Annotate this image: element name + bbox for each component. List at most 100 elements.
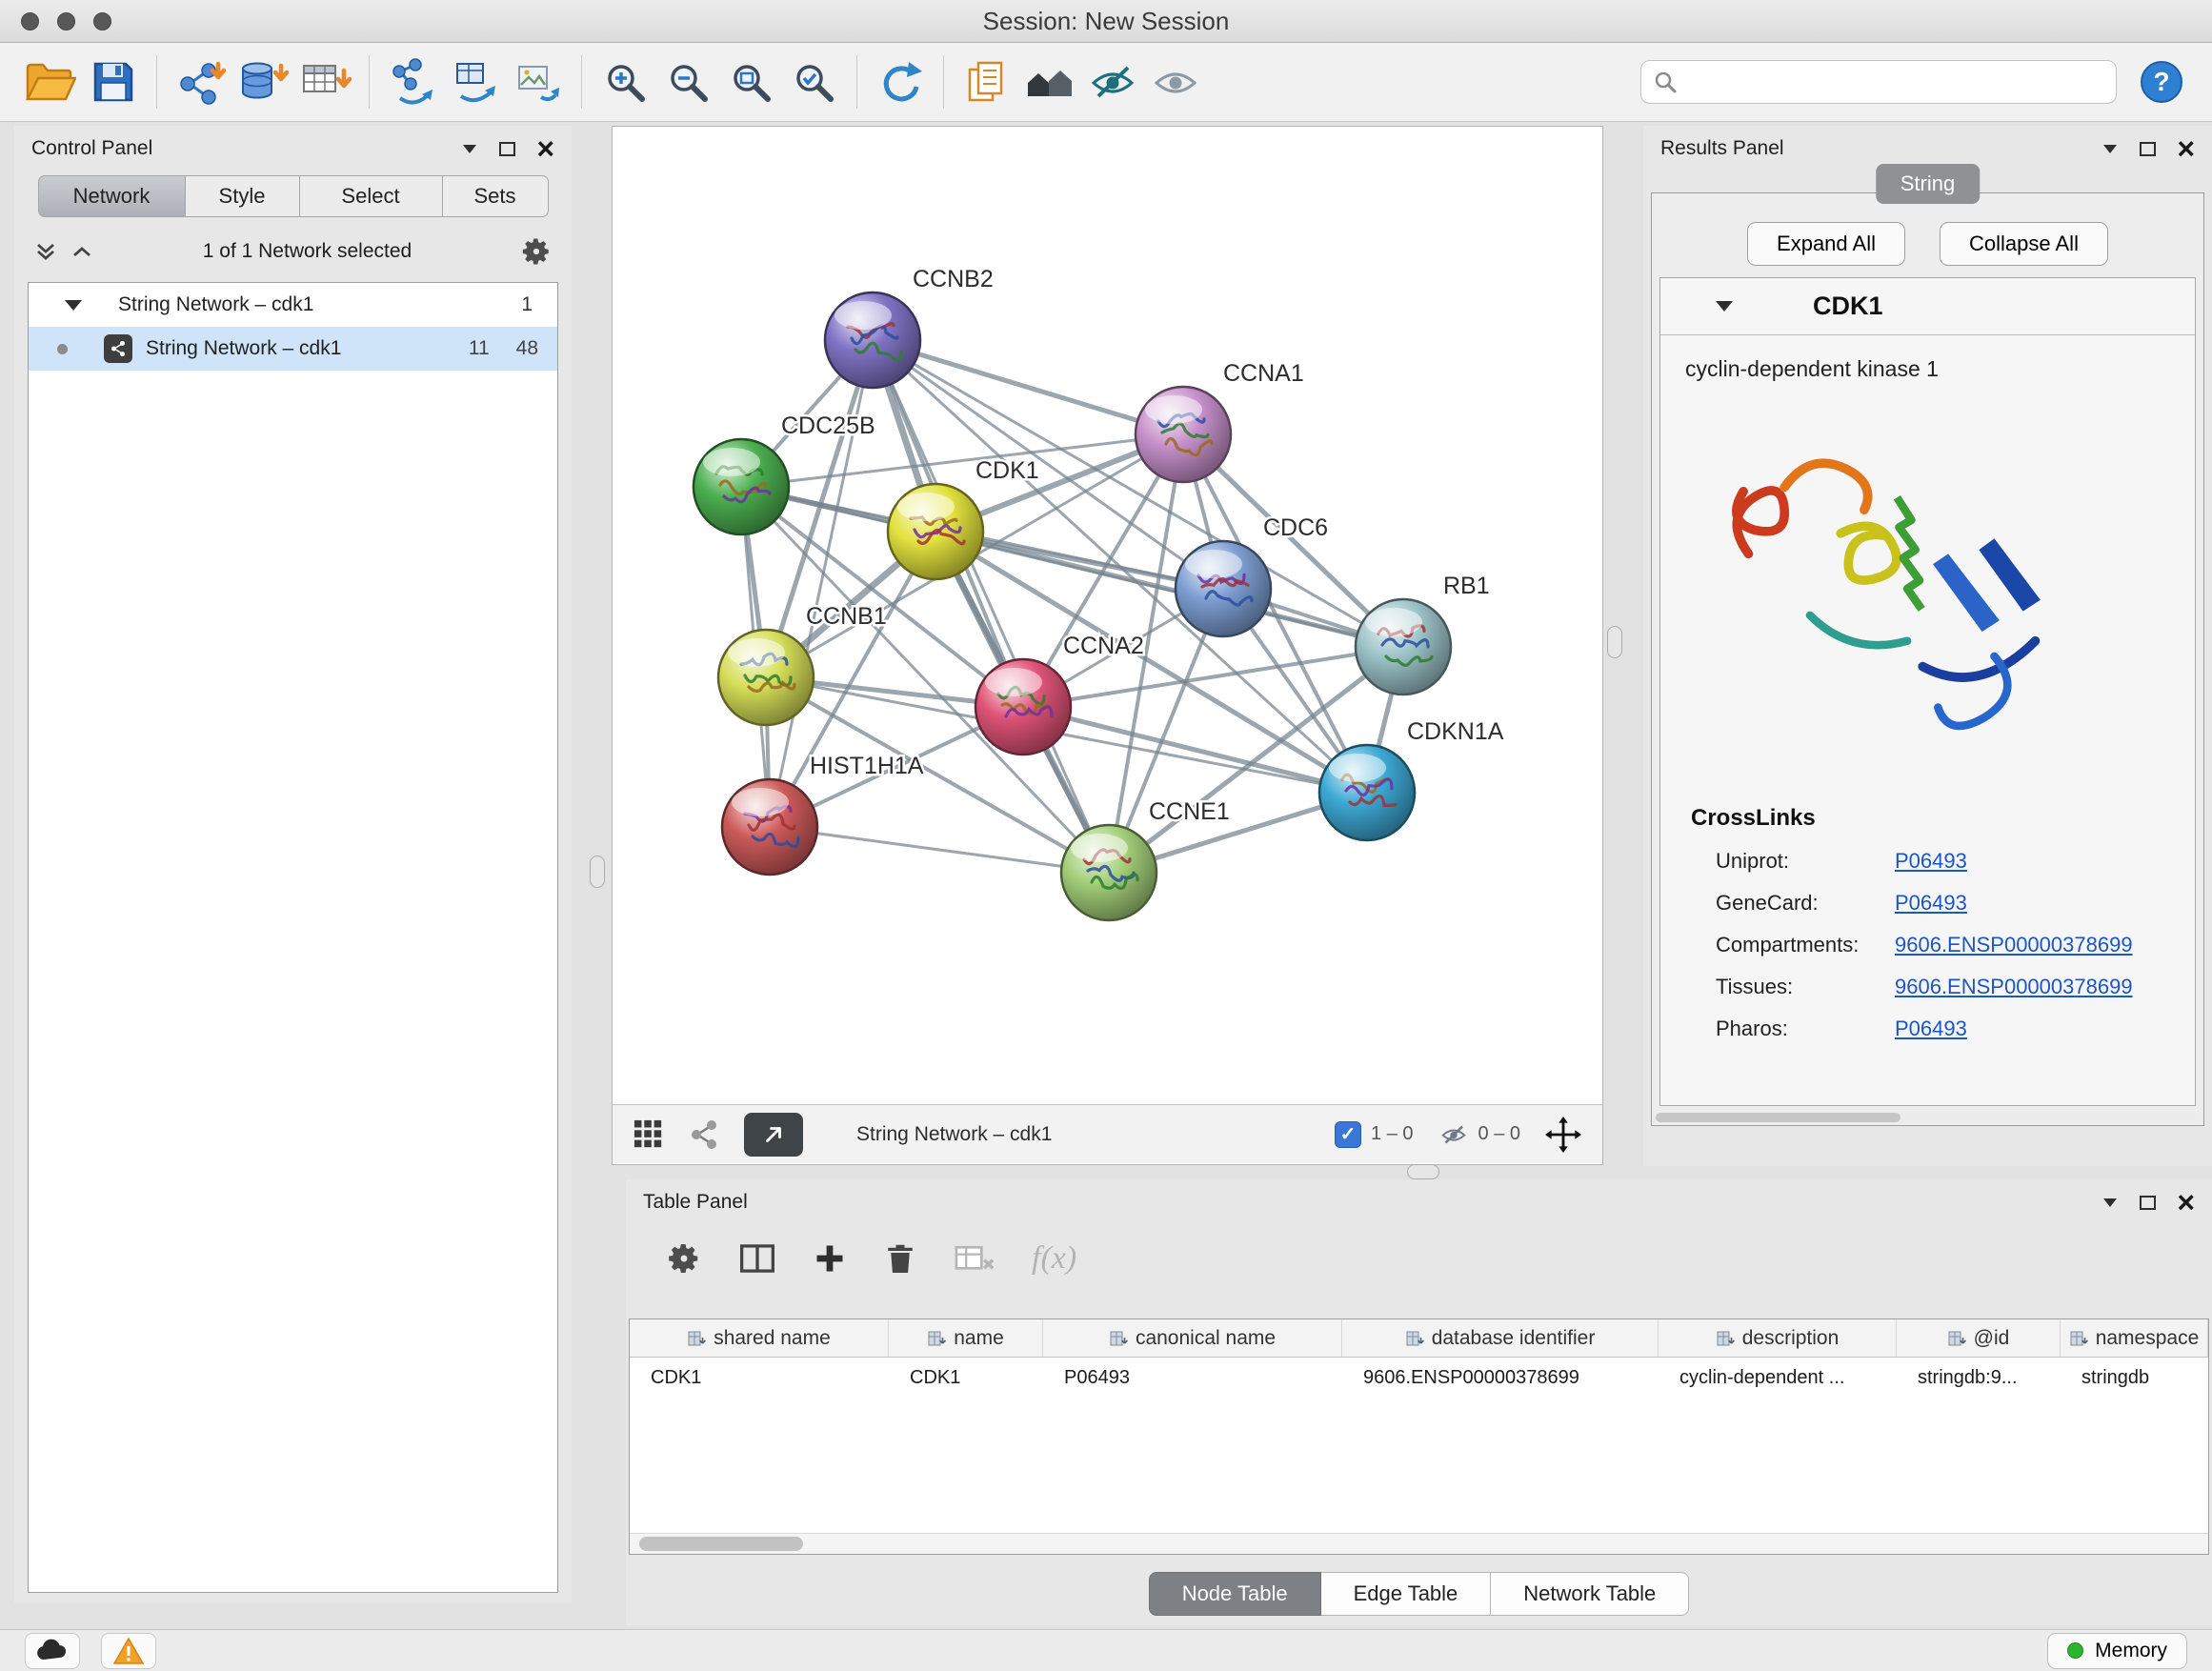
results-scrollbar[interactable] bbox=[1656, 1113, 2200, 1122]
column-header[interactable]: name bbox=[889, 1319, 1043, 1357]
tab-edge-table[interactable]: Edge Table bbox=[1321, 1572, 1492, 1616]
tab-node-table[interactable]: Node Table bbox=[1149, 1572, 1321, 1616]
network-node-ccne1[interactable]: CCNE1 bbox=[1061, 798, 1230, 920]
column-header[interactable]: shared name bbox=[630, 1319, 889, 1357]
bottom-splitter-handle[interactable] bbox=[1407, 1164, 1439, 1179]
network-edge[interactable] bbox=[873, 340, 1109, 873]
network-node-rb1[interactable]: RB1 bbox=[1356, 573, 1490, 695]
toolbar-separator bbox=[856, 55, 857, 109]
new-network-from-selection-button[interactable] bbox=[381, 50, 444, 114]
panel-menu-icon[interactable] bbox=[2103, 1198, 2117, 1207]
string-tab-badge[interactable]: String bbox=[1876, 164, 1980, 204]
apply-layout-button[interactable] bbox=[869, 50, 932, 114]
sort-column-icon bbox=[1405, 1329, 1424, 1348]
gene-header[interactable]: CDK1 bbox=[1660, 278, 2195, 335]
zoom-window-button[interactable] bbox=[93, 12, 111, 30]
delete-column-button[interactable] bbox=[883, 1240, 917, 1277]
create-column-button[interactable] bbox=[813, 1241, 847, 1276]
grid-view-icon[interactable] bbox=[633, 1119, 664, 1150]
genecard-link[interactable]: P06493 bbox=[1895, 891, 1967, 916]
node-label: CDC25B bbox=[781, 413, 875, 439]
import-network-from-database-button[interactable] bbox=[231, 50, 294, 114]
help-button[interactable]: ? bbox=[2130, 50, 2193, 114]
collapse-gene-icon[interactable] bbox=[1716, 301, 1733, 312]
gear-icon[interactable] bbox=[520, 235, 553, 268]
show-graphics-button[interactable] bbox=[1144, 50, 1207, 114]
copy-document-button[interactable] bbox=[955, 50, 1018, 114]
network-row-selected[interactable]: String Network – cdk1 11 48 bbox=[29, 327, 557, 371]
tab-sets[interactable]: Sets bbox=[443, 175, 549, 217]
float-panel-icon[interactable] bbox=[499, 142, 515, 156]
uniprot-link[interactable]: P06493 bbox=[1895, 849, 1967, 874]
network-node-cdc6[interactable]: CDC6 bbox=[1176, 514, 1328, 636]
tab-style[interactable]: Style bbox=[186, 175, 300, 217]
hide-graphics-button[interactable] bbox=[1081, 50, 1144, 114]
right-splitter-handle[interactable] bbox=[1607, 626, 1622, 658]
table-settings-button[interactable] bbox=[666, 1240, 702, 1277]
zoom-selected-button[interactable] bbox=[782, 50, 845, 114]
tree-expand-icon[interactable] bbox=[65, 300, 82, 311]
float-panel-icon[interactable] bbox=[2140, 142, 2156, 156]
save-session-button[interactable] bbox=[82, 50, 145, 114]
column-header[interactable]: namespace bbox=[2061, 1319, 2208, 1357]
network-selection-status: 1 of 1 Network selected bbox=[94, 240, 520, 263]
compartments-link[interactable]: 9606.ENSP00000378699 bbox=[1895, 933, 2133, 957]
zoom-fit-button[interactable] bbox=[719, 50, 782, 114]
open-session-button[interactable] bbox=[19, 50, 82, 114]
tab-network-table[interactable]: Network Table bbox=[1491, 1572, 1689, 1616]
delete-table-button[interactable] bbox=[954, 1242, 995, 1275]
tab-network[interactable]: Network bbox=[38, 175, 186, 217]
selected-checkbox-icon[interactable]: ✓ bbox=[1335, 1121, 1361, 1148]
search-input[interactable] bbox=[1685, 70, 2104, 93]
tissues-link[interactable]: 9606.ENSP00000378699 bbox=[1895, 975, 2133, 999]
float-panel-icon[interactable] bbox=[2140, 1196, 2156, 1210]
expand-all-button[interactable]: Expand All bbox=[1747, 222, 1905, 266]
panel-menu-icon[interactable] bbox=[463, 145, 476, 153]
left-splitter-handle[interactable] bbox=[590, 856, 605, 888]
column-header[interactable]: @id bbox=[1897, 1319, 2061, 1357]
close-panel-icon[interactable]: × bbox=[536, 133, 554, 164]
collapse-all-button[interactable]: Collapse All bbox=[1940, 222, 2108, 266]
column-header[interactable]: canonical name bbox=[1043, 1319, 1342, 1357]
birds-eye-toggle-button[interactable] bbox=[744, 1113, 803, 1157]
cloud-status-button[interactable] bbox=[25, 1633, 80, 1669]
tab-select[interactable]: Select bbox=[300, 175, 443, 217]
network-node-cdk1[interactable]: CDK1 bbox=[888, 457, 1039, 579]
share-view-icon[interactable] bbox=[689, 1119, 719, 1150]
column-header[interactable]: database identifier bbox=[1342, 1319, 1659, 1357]
first-neighbors-button[interactable] bbox=[444, 50, 507, 114]
sort-column-icon bbox=[927, 1329, 946, 1348]
zoom-out-button[interactable] bbox=[656, 50, 719, 114]
warnings-button[interactable] bbox=[101, 1633, 156, 1669]
network-node-hist1h1a[interactable]: HIST1H1A bbox=[722, 753, 924, 875]
network-canvas[interactable]: CCNB2CCNA1CDC25BCDK1CDC6RB1CCNB1CCNA2CDK… bbox=[613, 127, 1602, 1104]
close-panel-icon[interactable]: × bbox=[2177, 133, 2195, 164]
zoom-in-button[interactable] bbox=[593, 50, 656, 114]
memory-button[interactable]: Memory bbox=[2047, 1633, 2187, 1669]
function-builder-button[interactable]: f(x) bbox=[1032, 1240, 1076, 1277]
pan-crosshair-icon[interactable] bbox=[1545, 1117, 1581, 1153]
import-table-from-file-button[interactable] bbox=[294, 50, 357, 114]
column-header[interactable]: description bbox=[1659, 1319, 1897, 1357]
network-node-ccna1[interactable]: CCNA1 bbox=[1136, 360, 1304, 482]
show-columns-button[interactable] bbox=[738, 1241, 776, 1276]
network-edge[interactable] bbox=[770, 827, 1109, 873]
import-network-from-file-button[interactable] bbox=[169, 50, 231, 114]
expand-all-icon[interactable] bbox=[70, 239, 94, 264]
export-image-button[interactable] bbox=[507, 50, 570, 114]
panel-menu-icon[interactable] bbox=[2103, 145, 2117, 153]
refresh-icon bbox=[876, 59, 924, 105]
houses-button[interactable] bbox=[1018, 50, 1081, 114]
network-label: String Network – cdk1 bbox=[146, 337, 341, 360]
close-window-button[interactable] bbox=[21, 12, 39, 30]
network-node-cdkn1a[interactable]: CDKN1A bbox=[1319, 718, 1504, 840]
collapse-all-icon[interactable] bbox=[33, 239, 58, 264]
minimize-window-button[interactable] bbox=[57, 12, 75, 30]
close-panel-icon[interactable]: × bbox=[2177, 1187, 2195, 1218]
results-panel-title: Results Panel bbox=[1660, 137, 1784, 160]
table-row[interactable]: CDK1 CDK1 P06493 9606.ENSP00000378699 cy… bbox=[630, 1358, 2208, 1398]
network-collection-row[interactable]: String Network – cdk1 1 bbox=[29, 283, 557, 327]
pharos-link[interactable]: P06493 bbox=[1895, 1017, 1967, 1041]
table-horizontal-scrollbar[interactable] bbox=[630, 1533, 2208, 1554]
sort-column-icon bbox=[1109, 1329, 1128, 1348]
